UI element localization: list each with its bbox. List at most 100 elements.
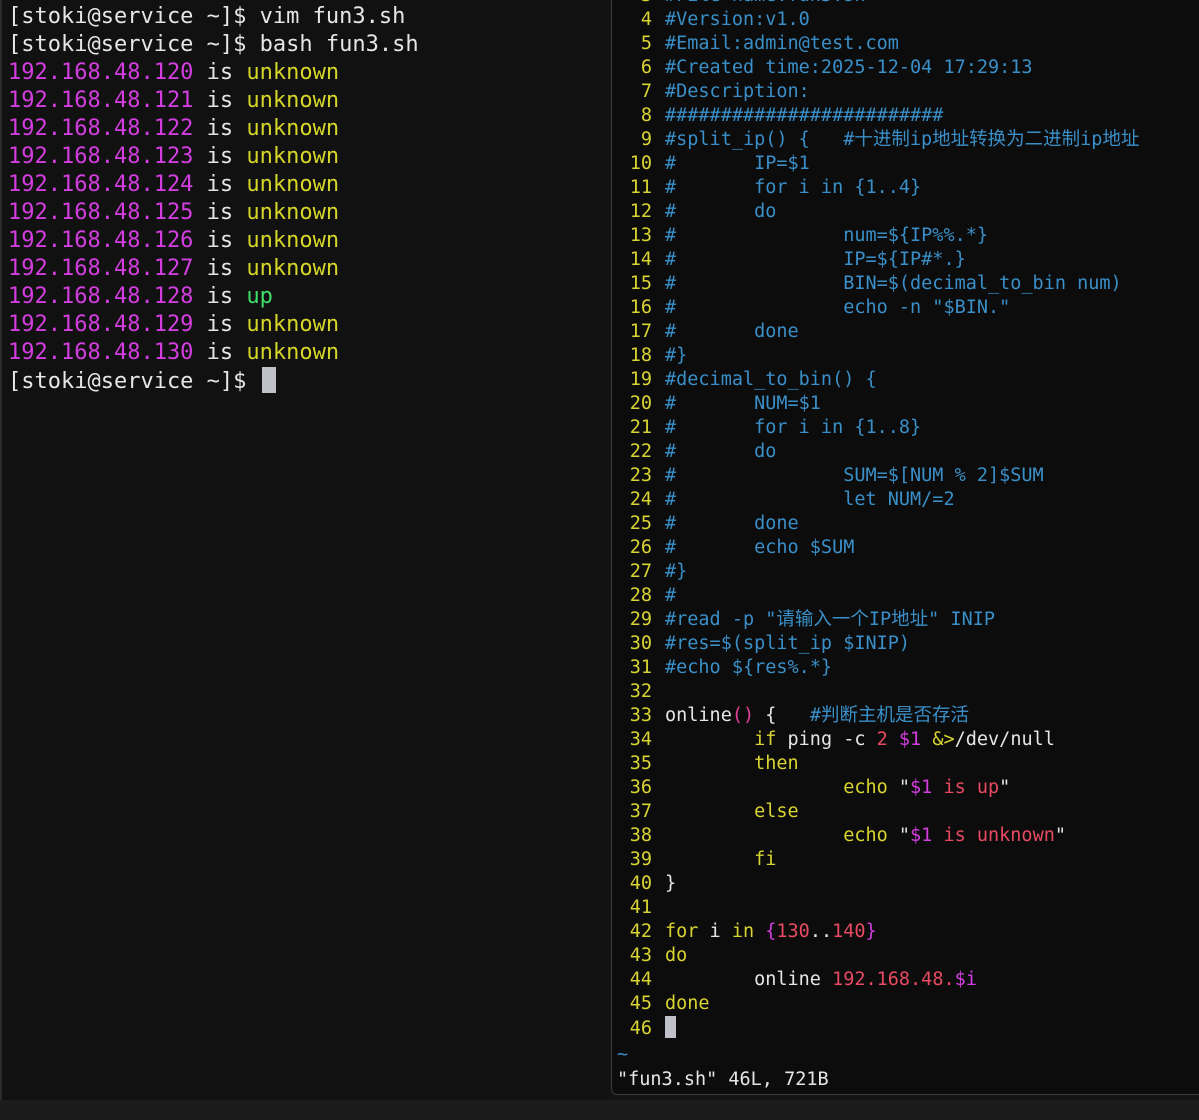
vim-line: 20 # NUM=$1 bbox=[612, 392, 1199, 416]
vim-line: 28 # bbox=[612, 584, 1199, 608]
line-number: 17 bbox=[629, 321, 652, 342]
vim-line: 33 online() { #判断主机是否存活 bbox=[612, 704, 1199, 728]
code-token: is unknown bbox=[932, 825, 1055, 846]
line-code: # for i in {1..4} bbox=[665, 176, 921, 200]
ip-address: 192.168.48.130 bbox=[8, 340, 194, 365]
code-token: then bbox=[665, 753, 799, 774]
vim-line: 41 bbox=[612, 896, 1199, 920]
window-bottom-edge bbox=[0, 1100, 1199, 1120]
line-number: 18 bbox=[629, 345, 652, 366]
line-code: # done bbox=[665, 512, 799, 536]
line-code: echo "$1 is up" bbox=[665, 776, 1010, 800]
terminal-output-line: 192.168.48.123 is unknown bbox=[8, 143, 339, 171]
vim-status-line: "fun3.sh" 46L, 721B bbox=[617, 1069, 829, 1090]
code-token: &> bbox=[932, 729, 955, 750]
code-token: $1 bbox=[898, 729, 922, 750]
host-status: unknown bbox=[246, 200, 340, 225]
code-token: .. bbox=[809, 921, 833, 942]
output-is-text: is bbox=[193, 256, 247, 281]
ip-address: 192.168.48.128 bbox=[8, 284, 194, 309]
line-code: #} bbox=[665, 344, 687, 368]
vim-line: 42 for i in {130..140} bbox=[612, 920, 1199, 944]
host-status: unknown bbox=[246, 256, 340, 281]
line-number: 19 bbox=[629, 369, 652, 390]
vim-line: 39 fi bbox=[612, 848, 1199, 872]
vim-line: 29 #read -p "请输入一个IP地址" INIP bbox=[612, 608, 1199, 632]
code-token: #Description: bbox=[665, 81, 810, 102]
code-token: 2 bbox=[876, 729, 888, 750]
line-code: fi bbox=[665, 848, 776, 872]
line-number: 16 bbox=[629, 297, 652, 318]
code-token: # NUM=$1 bbox=[665, 393, 821, 414]
code-token: # do bbox=[665, 201, 777, 222]
ip-address: 192.168.48.124 bbox=[8, 172, 194, 197]
code-token: #read -p "请输入一个IP地址" INIP bbox=[665, 609, 995, 630]
code-token: # echo -n "$BIN." bbox=[665, 297, 1011, 318]
vim-line: 9 #split_ip() { #十进制ip地址转换为二进制ip地址 bbox=[612, 128, 1199, 152]
vim-line: 27 #} bbox=[612, 560, 1199, 584]
empty-line-tilde: ~ bbox=[617, 1044, 629, 1065]
line-code: #Created time:2025-12-04 17:29:13 bbox=[665, 56, 1033, 80]
vim-line: 46 bbox=[612, 1016, 1199, 1040]
vim-cursor bbox=[665, 1016, 676, 1038]
code-token: #split_ip() { #十进制ip地址转换为二进制ip地址 bbox=[665, 129, 1140, 150]
ip-address: 192.168.48.125 bbox=[8, 200, 194, 225]
line-number: 21 bbox=[629, 417, 652, 438]
ip-address: 192.168.48.120 bbox=[8, 60, 194, 85]
terminal-prompt[interactable]: [stoki@service ~]$ bbox=[8, 367, 276, 395]
terminal-output-line: 192.168.48.125 is unknown bbox=[8, 199, 339, 227]
terminal-output-line: 192.168.48.127 is unknown bbox=[8, 255, 339, 283]
line-number: 25 bbox=[629, 513, 652, 534]
line-number: 43 bbox=[629, 945, 652, 966]
host-status: up bbox=[246, 284, 273, 309]
code-token: # SUM=$[NUM % 2]$SUM bbox=[665, 465, 1044, 486]
ip-address: 192.168.48.121 bbox=[8, 88, 194, 113]
line-code: } bbox=[665, 872, 676, 896]
vim-line: 17 # done bbox=[612, 320, 1199, 344]
code-token: online bbox=[665, 705, 732, 726]
code-token: " bbox=[898, 777, 911, 798]
vim-line: 22 # do bbox=[612, 440, 1199, 464]
vim-editor-pane[interactable]: 3 #File name:fun3.sh 4 #Version:v1.0 5 #Email… bbox=[611, 0, 1199, 1095]
code-token: # IP=${IP#*.} bbox=[665, 249, 966, 270]
ip-address: 192.168.48.127 bbox=[8, 256, 194, 281]
code-token: # done bbox=[665, 513, 799, 534]
vim-line: 4 #Version:v1.0 bbox=[612, 8, 1199, 32]
line-code: # for i in {1..8} bbox=[665, 416, 921, 440]
terminal-output-line: 192.168.48.121 is unknown bbox=[8, 87, 339, 115]
terminal-output-line: 192.168.48.124 is unknown bbox=[8, 171, 339, 199]
vim-line: 38 echo "$1 is unknown" bbox=[612, 824, 1199, 848]
vim-line: 37 else bbox=[612, 800, 1199, 824]
vim-line: 45 done bbox=[612, 992, 1199, 1016]
line-number: 42 bbox=[629, 921, 652, 942]
vim-line: 23 # SUM=$[NUM % 2]$SUM bbox=[612, 464, 1199, 488]
line-code: #Description: bbox=[665, 80, 810, 104]
code-token: ping -c bbox=[776, 729, 877, 750]
code-token: # BIN=$(decimal_to_bin num) bbox=[665, 273, 1122, 294]
host-status: unknown bbox=[246, 312, 340, 337]
code-token: # for i in {1..8} bbox=[665, 417, 922, 438]
terminal-pane[interactable]: [stoki@service ~]$ vim fun3.sh [stoki@ser… bbox=[0, 0, 610, 1120]
terminal-output-line: 192.168.48.128 is up bbox=[8, 283, 273, 311]
vim-line: 7 #Description: bbox=[612, 80, 1199, 104]
code-token: #Email:admin@test.com bbox=[665, 33, 899, 54]
line-code bbox=[665, 1016, 676, 1040]
line-code: #echo ${res%.*} bbox=[665, 656, 832, 680]
line-number: 23 bbox=[629, 465, 652, 486]
code-token: 140 bbox=[832, 921, 866, 942]
code-token: $1 bbox=[910, 777, 933, 798]
line-number: 40 bbox=[629, 873, 652, 894]
line-code: #Email:admin@test.com bbox=[665, 32, 899, 56]
host-status: unknown bbox=[246, 144, 340, 169]
line-number: 31 bbox=[629, 657, 652, 678]
code-token: #判断主机是否存活 bbox=[809, 705, 969, 726]
line-number: 32 bbox=[629, 681, 652, 702]
host-status: unknown bbox=[246, 60, 340, 85]
line-code: #File name:fun3.sh bbox=[665, 0, 865, 8]
code-token: # done bbox=[665, 321, 799, 342]
output-is-text: is bbox=[193, 60, 247, 85]
line-number: 27 bbox=[629, 561, 652, 582]
line-number: 30 bbox=[629, 633, 652, 654]
ip-address: 192.168.48.123 bbox=[8, 144, 194, 169]
